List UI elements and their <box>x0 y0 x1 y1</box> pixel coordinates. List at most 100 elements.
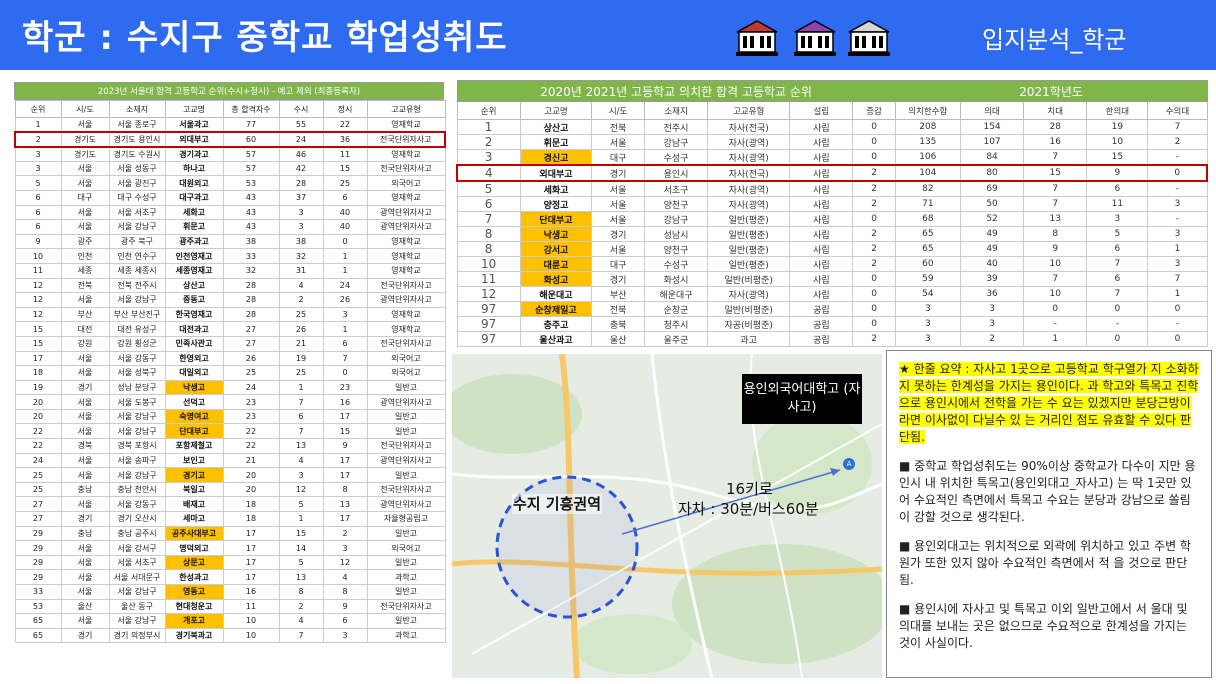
table-cell: 서울 강남구 <box>108 467 166 483</box>
table-cell: 영재학교 <box>366 321 446 337</box>
table-cell: 27 <box>222 321 280 337</box>
school-name-cell: 공주사대부고 <box>164 525 224 542</box>
table-cell: 울산 동구 <box>108 598 166 615</box>
column-header: 수의대 <box>1147 101 1208 120</box>
table-cell: 6 <box>278 408 324 425</box>
table-cell: 25 <box>278 306 324 323</box>
column-header: 총 합격자수 <box>222 100 280 118</box>
table-row: 97 충주고 충북 청주시 자공(비평준) 공립 0 3 3- - - <box>456 316 1208 332</box>
summary-box: ★ 한줄 요약 : 자사고 1곳으로 고등학교 학구열가 지 소화하지 못하는 … <box>886 350 1212 678</box>
table-cell: 전북 <box>591 119 645 135</box>
table-cell: 0 <box>852 149 896 166</box>
table-cell: 일반고 <box>366 423 446 440</box>
table-cell: 15 <box>14 321 62 337</box>
table-cell: 일반고 <box>366 613 446 629</box>
table-cell: 자사(광역) <box>707 180 791 197</box>
table-cell: 7 <box>456 211 521 227</box>
table-cell: 서울 강남구 <box>108 219 166 235</box>
school-name-cell: 상문고 <box>164 554 224 571</box>
table-cell: 공립 <box>789 301 854 317</box>
table-cell: 2 <box>852 180 896 197</box>
table-cell: 외국어고 <box>366 175 446 191</box>
school-name-cell: 대구과고 <box>164 189 224 206</box>
table-cell: 사립 <box>789 286 854 302</box>
table-cell: 22 <box>222 423 280 440</box>
table-cell: 성남 분당구 <box>108 379 166 396</box>
table-cell: 사립 <box>789 226 854 242</box>
table-cell: 10 <box>222 613 280 629</box>
school-name-cell: 순창제일고 <box>519 301 593 317</box>
table-cell: 5 <box>456 180 521 197</box>
table-cell: 0 <box>852 286 896 302</box>
table-cell: 일반(평준) <box>707 241 791 257</box>
table-cell: 경기 <box>591 164 645 182</box>
table-cell: 서울 송파구 <box>108 452 166 469</box>
table-cell: 10 <box>14 248 62 264</box>
table-cell: 22 <box>14 423 62 440</box>
column-header: 시/도 <box>60 100 110 118</box>
table-cell: 서울 <box>60 117 110 133</box>
table-row: 7 단대부고 서울 강남구 일반(평준) 사립 0 68 52 13 3- <box>456 211 1208 227</box>
table-cell: 10 <box>1023 286 1088 302</box>
table-cell: 1 <box>322 248 368 264</box>
column-header: 고교유형 <box>707 101 791 120</box>
table-cell: 충남 천안시 <box>108 481 166 498</box>
table-cell: 0 <box>1147 331 1208 347</box>
table-cell: 49 <box>959 241 1025 257</box>
school-name-cell: 하나고 <box>164 160 224 177</box>
table-cell: 13 <box>278 438 324 454</box>
table-cell: 65 <box>14 627 62 644</box>
table-cell: 성남시 <box>643 226 709 242</box>
table-cell: 광주 북구 <box>108 233 166 250</box>
table-cell: 20 <box>14 394 62 410</box>
table-cell: 자사(광역) <box>707 149 791 166</box>
table-cell: 광역단위자사고 <box>366 496 446 513</box>
table-cell: 서울 강동구 <box>108 350 166 367</box>
table-row: 33 서울 서울 강남구 영동고 16 8 8 일반고 <box>14 584 446 600</box>
school-name-cell: 한성과고 <box>164 569 224 585</box>
table-cell: 40 <box>322 204 368 221</box>
table-row: 1 서울 서울 종로구 서울과고 77 55 22 영재학교 <box>14 117 446 133</box>
table-cell: 서울 <box>591 134 645 150</box>
table-cell: 외국어고 <box>366 540 446 556</box>
table-row: 17 서울 서울 강동구 한영외고 26 19 7 외국어고 <box>14 350 446 367</box>
school-name-cell: 대륜고 <box>519 256 593 272</box>
table-cell: 0 <box>852 119 896 135</box>
table-cell: 1 <box>322 262 368 279</box>
table-cell: 전북 <box>60 277 110 294</box>
table-row: 53 울산 울산 동구 현대청운고 11 2 9 전국단위자사고 <box>14 598 446 615</box>
area-label: 수지 기흥권역 <box>512 494 602 514</box>
table-cell: 경기 <box>591 226 645 242</box>
school-name-cell: 세마고 <box>164 511 224 527</box>
table-cell: 일반(비평준) <box>707 301 791 317</box>
table-row: 22 경북 경북 포항시 포항제철고 22 13 9 전국단위자사고 <box>14 438 446 454</box>
table-row: 24 서울 서울 송파구 보인고 21 4 17 광역단위자사고 <box>14 452 446 469</box>
table-cell: 31 <box>278 262 324 279</box>
table-cell: 6 <box>14 204 62 221</box>
table-cell: 8 <box>456 241 521 257</box>
table-row: 12 해운대고 부산 해운대구 자사(광역) 사립 0 54 36 10 7 1 <box>456 286 1208 302</box>
table-cell: 0 <box>1086 301 1149 317</box>
table-cell: 경기 오산시 <box>108 511 166 527</box>
table-cell: 4 <box>278 613 324 629</box>
table-cell: 25 <box>14 481 62 498</box>
table-cell: 3 <box>1147 196 1208 212</box>
table-cell: 2 <box>852 196 896 212</box>
table-cell: 서울 <box>60 175 110 191</box>
table-cell: 60 <box>894 256 961 272</box>
table-cell: 7 <box>1086 256 1149 272</box>
table-cell: 3 <box>894 301 961 317</box>
table-cell: 20 <box>222 481 280 498</box>
table-row: 97 순창제일고 전북 순창군 일반(비평준) 공립 0 3 3 0 0 0 <box>456 301 1208 317</box>
table-cell: 12 <box>14 292 62 308</box>
table-row: 29 서울 서울 서대문구 한성과고 17 13 4 과학고 <box>14 569 446 585</box>
table-cell: 서울 강서구 <box>108 540 166 556</box>
school-name-cell: 낙생고 <box>519 226 593 242</box>
table-cell: 28 <box>222 277 280 294</box>
table-cell: 13 <box>278 569 324 585</box>
table-cell: 자사(전국) <box>707 119 791 135</box>
table-cell: 3 <box>322 306 368 323</box>
table-cell: 23 <box>222 394 280 410</box>
school-name-cell: 북일고 <box>164 481 224 498</box>
table-cell: 36 <box>959 286 1025 302</box>
